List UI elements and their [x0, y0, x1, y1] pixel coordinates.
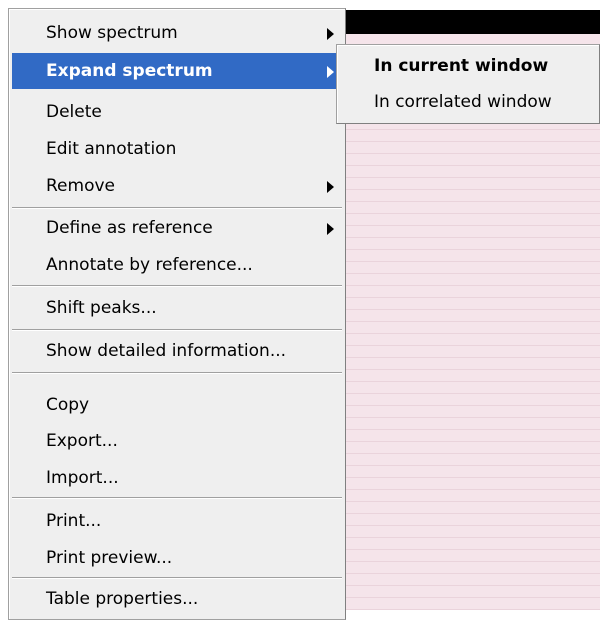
menu-item-print-preview[interactable]: Print preview...	[12, 540, 342, 576]
menu-item-delete[interactable]: Delete	[12, 94, 342, 130]
menu-item-label: Table properties...	[46, 589, 199, 609]
menu-item-label: Delete	[46, 102, 102, 122]
submenu-arrow-icon	[327, 28, 334, 40]
menu-item-label: Annotate by reference...	[46, 255, 253, 275]
menu-item-edit-annotation[interactable]: Edit annotation	[12, 131, 342, 167]
menu-item-copy[interactable]: Copy	[12, 387, 342, 423]
menu-item-print[interactable]: Print...	[12, 503, 342, 539]
menu-separator	[12, 285, 342, 287]
menu-separator	[12, 207, 342, 209]
submenu-arrow-icon	[327, 181, 334, 193]
context-menu: Show spectrum Expand spectrum Delete Edi…	[8, 8, 346, 620]
menu-item-label: Import...	[46, 468, 119, 488]
menu-item-label: Edit annotation	[46, 139, 177, 159]
menu-item-import[interactable]: Import...	[12, 460, 342, 496]
submenu-item-label: In current window	[374, 56, 549, 76]
menu-item-show-detailed-information[interactable]: Show detailed information...	[12, 333, 342, 369]
table-header-strip	[344, 10, 600, 34]
menu-separator	[12, 577, 342, 579]
menu-item-label: Shift peaks...	[46, 298, 157, 318]
submenu-item-in-correlated-window[interactable]: In correlated window	[340, 85, 596, 119]
menu-item-annotate-by-reference[interactable]: Annotate by reference...	[12, 247, 342, 283]
menu-item-label: Expand spectrum	[46, 61, 213, 81]
submenu-arrow-icon	[327, 223, 334, 235]
menu-item-export[interactable]: Export...	[12, 423, 342, 459]
menu-item-label: Remove	[46, 176, 115, 196]
menu-item-label: Export...	[46, 431, 118, 451]
menu-item-show-spectrum[interactable]: Show spectrum	[12, 15, 342, 51]
menu-item-label: Define as reference	[46, 218, 213, 238]
menu-separator	[12, 329, 342, 331]
submenu-item-in-current-window[interactable]: In current window	[340, 49, 596, 83]
menu-item-label: Copy	[46, 395, 90, 415]
expand-spectrum-submenu: In current window In correlated window	[336, 44, 600, 124]
menu-item-label: Print...	[46, 511, 102, 531]
submenu-item-label: In correlated window	[374, 92, 552, 112]
menu-item-label: Print preview...	[46, 548, 173, 568]
menu-item-expand-spectrum[interactable]: Expand spectrum	[12, 53, 342, 89]
menu-item-table-properties[interactable]: Table properties...	[12, 581, 342, 617]
menu-item-shift-peaks[interactable]: Shift peaks...	[12, 290, 342, 326]
menu-item-label: Show detailed information...	[46, 341, 287, 361]
menu-item-define-as-reference[interactable]: Define as reference	[12, 210, 342, 246]
menu-separator	[12, 497, 342, 499]
menu-separator	[12, 372, 342, 374]
menu-item-remove[interactable]: Remove	[12, 168, 342, 204]
menu-item-label: Show spectrum	[46, 23, 178, 43]
submenu-arrow-icon	[327, 66, 334, 78]
